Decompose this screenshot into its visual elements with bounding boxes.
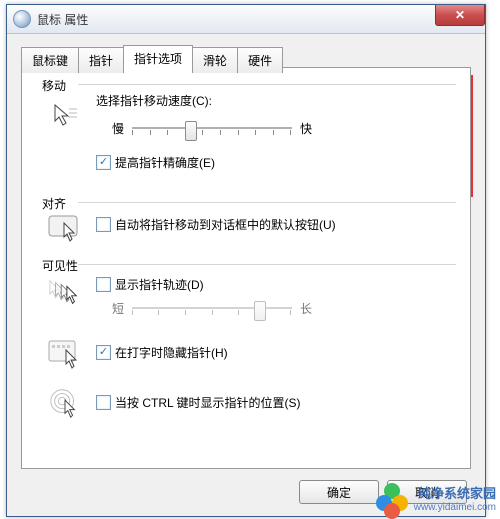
tab-strip: 鼠标键 指针 指针选项 滑轮 硬件 bbox=[21, 45, 282, 72]
trail-slider bbox=[132, 298, 292, 318]
motion-legend: 移动 bbox=[38, 77, 70, 94]
close-button[interactable]: ✕ bbox=[435, 5, 485, 26]
tab-pointers[interactable]: 指针 bbox=[78, 47, 124, 73]
trails-label: 显示指针轨迹(D) bbox=[115, 276, 204, 293]
speed-slider-thumb[interactable] bbox=[185, 121, 197, 141]
window-title: 鼠标 属性 bbox=[37, 11, 88, 28]
long-label: 长 bbox=[300, 300, 312, 317]
tab-label: 硬件 bbox=[248, 54, 272, 68]
tab-buttons[interactable]: 鼠标键 bbox=[21, 47, 79, 73]
group-divider bbox=[78, 202, 456, 203]
snap-icon bbox=[48, 212, 82, 246]
group-visibility: 可见性 显示指针轨迹(D) 短 bbox=[36, 266, 456, 456]
fast-label: 快 bbox=[300, 120, 312, 137]
group-divider bbox=[78, 84, 456, 85]
tab-label: 指针 bbox=[89, 54, 113, 68]
speed-slider-row: 慢 快 bbox=[112, 118, 312, 138]
app-icon bbox=[13, 10, 31, 28]
hide-typing-icon bbox=[48, 338, 82, 372]
speed-label: 选择指针移动速度(C): bbox=[96, 92, 212, 109]
tab-label: 鼠标键 bbox=[32, 54, 68, 68]
tab-panel: 移动 选择指针移动速度(C): 慢 bbox=[21, 67, 471, 469]
watermark-icon bbox=[376, 483, 410, 517]
ctrl-row: 当按 CTRL 键时显示指针的位置(S) bbox=[96, 394, 301, 411]
tab-label: 滑轮 bbox=[203, 54, 227, 68]
ctrl-checkbox[interactable] bbox=[96, 395, 111, 410]
slow-label: 慢 bbox=[112, 120, 124, 137]
precision-checkbox[interactable] bbox=[96, 155, 111, 170]
ok-label: 确定 bbox=[327, 484, 351, 501]
trail-slider-thumb bbox=[254, 301, 266, 321]
watermark: 纯净系统家园 www.yidaimei.com bbox=[376, 483, 496, 517]
trails-checkbox[interactable] bbox=[96, 277, 111, 292]
snap-row: 自动将指针移动到对话框中的默认按钮(U) bbox=[96, 216, 336, 233]
titlebar[interactable]: 鼠标 属性 ✕ bbox=[7, 5, 485, 34]
trails-icon bbox=[48, 276, 82, 310]
hide-typing-checkbox[interactable] bbox=[96, 345, 111, 360]
pointer-speed-icon bbox=[48, 100, 82, 134]
tab-pointer-options[interactable]: 指针选项 bbox=[123, 45, 193, 72]
mouse-properties-window: 鼠标 属性 ✕ 鼠标键 指针 指针选项 滑轮 硬件 移动 选择指针移动速度(C bbox=[6, 4, 486, 517]
ctrl-locate-icon bbox=[48, 386, 82, 420]
hide-typing-row: 在打字时隐藏指针(H) bbox=[96, 344, 228, 361]
close-icon: ✕ bbox=[455, 8, 465, 22]
snap-checkbox[interactable] bbox=[96, 217, 111, 232]
tab-hardware[interactable]: 硬件 bbox=[237, 47, 283, 73]
ok-button[interactable]: 确定 bbox=[299, 480, 379, 504]
watermark-line2: www.yidaimei.com bbox=[414, 502, 496, 514]
speed-slider[interactable] bbox=[132, 118, 292, 138]
trails-row: 显示指针轨迹(D) bbox=[96, 276, 204, 293]
watermark-line1: 纯净系统家园 bbox=[414, 487, 496, 502]
snap-label: 自动将指针移动到对话框中的默认按钮(U) bbox=[115, 216, 336, 233]
group-divider bbox=[78, 264, 456, 265]
short-label: 短 bbox=[112, 300, 124, 317]
tab-label: 指针选项 bbox=[134, 52, 182, 66]
visibility-legend: 可见性 bbox=[38, 257, 82, 274]
group-snap: 对齐 自动将指针移动到对话框中的默认按钮(U) bbox=[36, 204, 456, 252]
ctrl-label: 当按 CTRL 键时显示指针的位置(S) bbox=[115, 394, 301, 411]
snap-legend: 对齐 bbox=[38, 195, 70, 212]
precision-label: 提高指针精确度(E) bbox=[115, 154, 215, 171]
trail-slider-row: 短 长 bbox=[112, 298, 312, 318]
tab-wheel[interactable]: 滑轮 bbox=[192, 47, 238, 73]
group-motion: 移动 选择指针移动速度(C): 慢 bbox=[36, 86, 456, 196]
hide-typing-label: 在打字时隐藏指针(H) bbox=[115, 344, 228, 361]
precision-row: 提高指针精确度(E) bbox=[96, 154, 215, 171]
